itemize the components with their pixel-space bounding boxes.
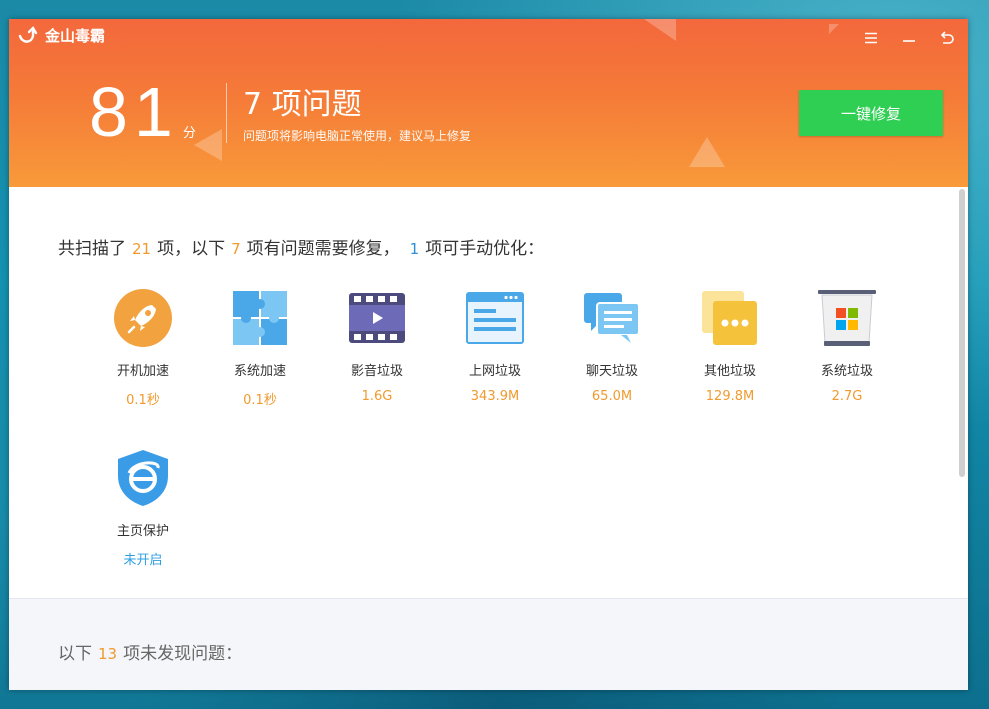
score-unit: 分 bbox=[182, 126, 196, 141]
summary-total: 21 bbox=[132, 240, 152, 258]
folder-dots-icon bbox=[700, 288, 760, 348]
item-other-junk[interactable]: 其他垃圾 129.8M bbox=[680, 288, 780, 404]
footer-count: 13 bbox=[98, 645, 118, 663]
item-value: 1.6G bbox=[361, 389, 393, 404]
item-label: 其他垃圾 bbox=[703, 364, 756, 379]
item-web-junk[interactable]: 上网垃圾 343.9M bbox=[445, 288, 545, 404]
item-label: 系统加速 bbox=[233, 364, 286, 379]
item-value: 2.7G bbox=[831, 389, 863, 404]
browser-icon bbox=[465, 288, 525, 348]
item-chat-junk[interactable]: 聊天垃圾 65.0M bbox=[562, 288, 662, 404]
scan-summary: 共扫描了 21 项，以下 7 项有问题需要修复， 1 项可手动优化： bbox=[58, 234, 544, 259]
item-media-junk[interactable]: 影音垃圾 1.6G bbox=[327, 288, 427, 404]
summary-mid1: 项，以下 bbox=[157, 239, 226, 259]
summary-manual: 1 bbox=[409, 240, 420, 258]
item-label: 上网垃圾 bbox=[468, 364, 521, 379]
item-value[interactable]: 未开启 bbox=[93, 549, 193, 568]
app-logo: 金山毒霸 bbox=[17, 25, 105, 46]
logo-icon bbox=[18, 25, 38, 43]
chat-icon bbox=[582, 288, 642, 348]
one-click-fix-button[interactable]: 一键修复 bbox=[799, 90, 943, 136]
summary-suffix: 项可手动优化： bbox=[425, 239, 545, 259]
item-value: 0.1秒 bbox=[243, 393, 277, 408]
summary-mid2: 项有问题需要修复， bbox=[246, 239, 400, 259]
summary-prefix: 共扫描了 bbox=[58, 239, 126, 259]
menu-icon[interactable] bbox=[860, 27, 882, 49]
item-system-speedup[interactable]: 系统加速 0.1秒 bbox=[210, 288, 310, 408]
windows-trash-icon bbox=[817, 288, 877, 348]
item-value: 0.1秒 bbox=[126, 393, 160, 408]
puzzle-icon bbox=[230, 288, 290, 348]
app-window: 金山毒霸 81 分 7 项问题 问题项将影响电脑正常使用，建议马上修复 一键修复… bbox=[9, 19, 968, 690]
decor-triangle bbox=[644, 19, 676, 41]
item-homepage-protection[interactable]: 主页保护 未开启 bbox=[93, 448, 193, 568]
item-value: 65.0M bbox=[591, 389, 633, 404]
issue-title: 7 项问题 bbox=[243, 87, 362, 122]
decor-triangle bbox=[689, 137, 725, 167]
issue-subtitle: 问题项将影响电脑正常使用，建议马上修复 bbox=[243, 129, 472, 143]
item-system-junk[interactable]: 系统垃圾 2.7G bbox=[797, 288, 897, 404]
app-name: 金山毒霸 bbox=[45, 27, 106, 45]
summary-issues: 7 bbox=[231, 240, 241, 258]
scrollbar-thumb[interactable] bbox=[959, 189, 965, 477]
score-display: 81 分 bbox=[89, 77, 196, 147]
score-value: 81 bbox=[89, 73, 179, 151]
item-label: 聊天垃圾 bbox=[585, 364, 638, 379]
footer-prefix: 以下 bbox=[58, 644, 92, 664]
window-controls bbox=[860, 27, 958, 49]
item-label: 开机加速 bbox=[116, 364, 169, 379]
film-icon bbox=[347, 288, 407, 348]
back-icon[interactable] bbox=[936, 27, 958, 49]
vertical-scrollbar[interactable] bbox=[957, 187, 968, 598]
rocket-icon bbox=[113, 288, 173, 348]
item-label: 系统垃圾 bbox=[820, 364, 873, 379]
item-value: 343.9M bbox=[470, 389, 520, 404]
decor-triangle bbox=[829, 24, 839, 34]
minimize-icon[interactable] bbox=[898, 27, 920, 49]
footer-suffix: 项未发现问题： bbox=[123, 644, 243, 664]
header-divider bbox=[226, 83, 227, 143]
item-value: 129.8M bbox=[705, 389, 755, 404]
result-header: 金山毒霸 81 分 7 项问题 问题项将影响电脑正常使用，建议马上修复 一键修复 bbox=[9, 19, 968, 187]
decor-triangle bbox=[194, 129, 222, 161]
scan-results: 共扫描了 21 项，以下 7 项有问题需要修复， 1 项可手动优化： 开机加速 0.1秒 系… bbox=[9, 187, 955, 598]
item-label: 影音垃圾 bbox=[350, 364, 403, 379]
item-boot-speedup[interactable]: 开机加速 0.1秒 bbox=[93, 288, 193, 408]
item-label: 主页保护 bbox=[116, 524, 169, 539]
no-issues-summary: 以下 13 项未发现问题： bbox=[58, 639, 242, 664]
ie-shield-icon bbox=[113, 448, 173, 508]
no-issues-section: 以下 13 项未发现问题： bbox=[9, 598, 968, 690]
